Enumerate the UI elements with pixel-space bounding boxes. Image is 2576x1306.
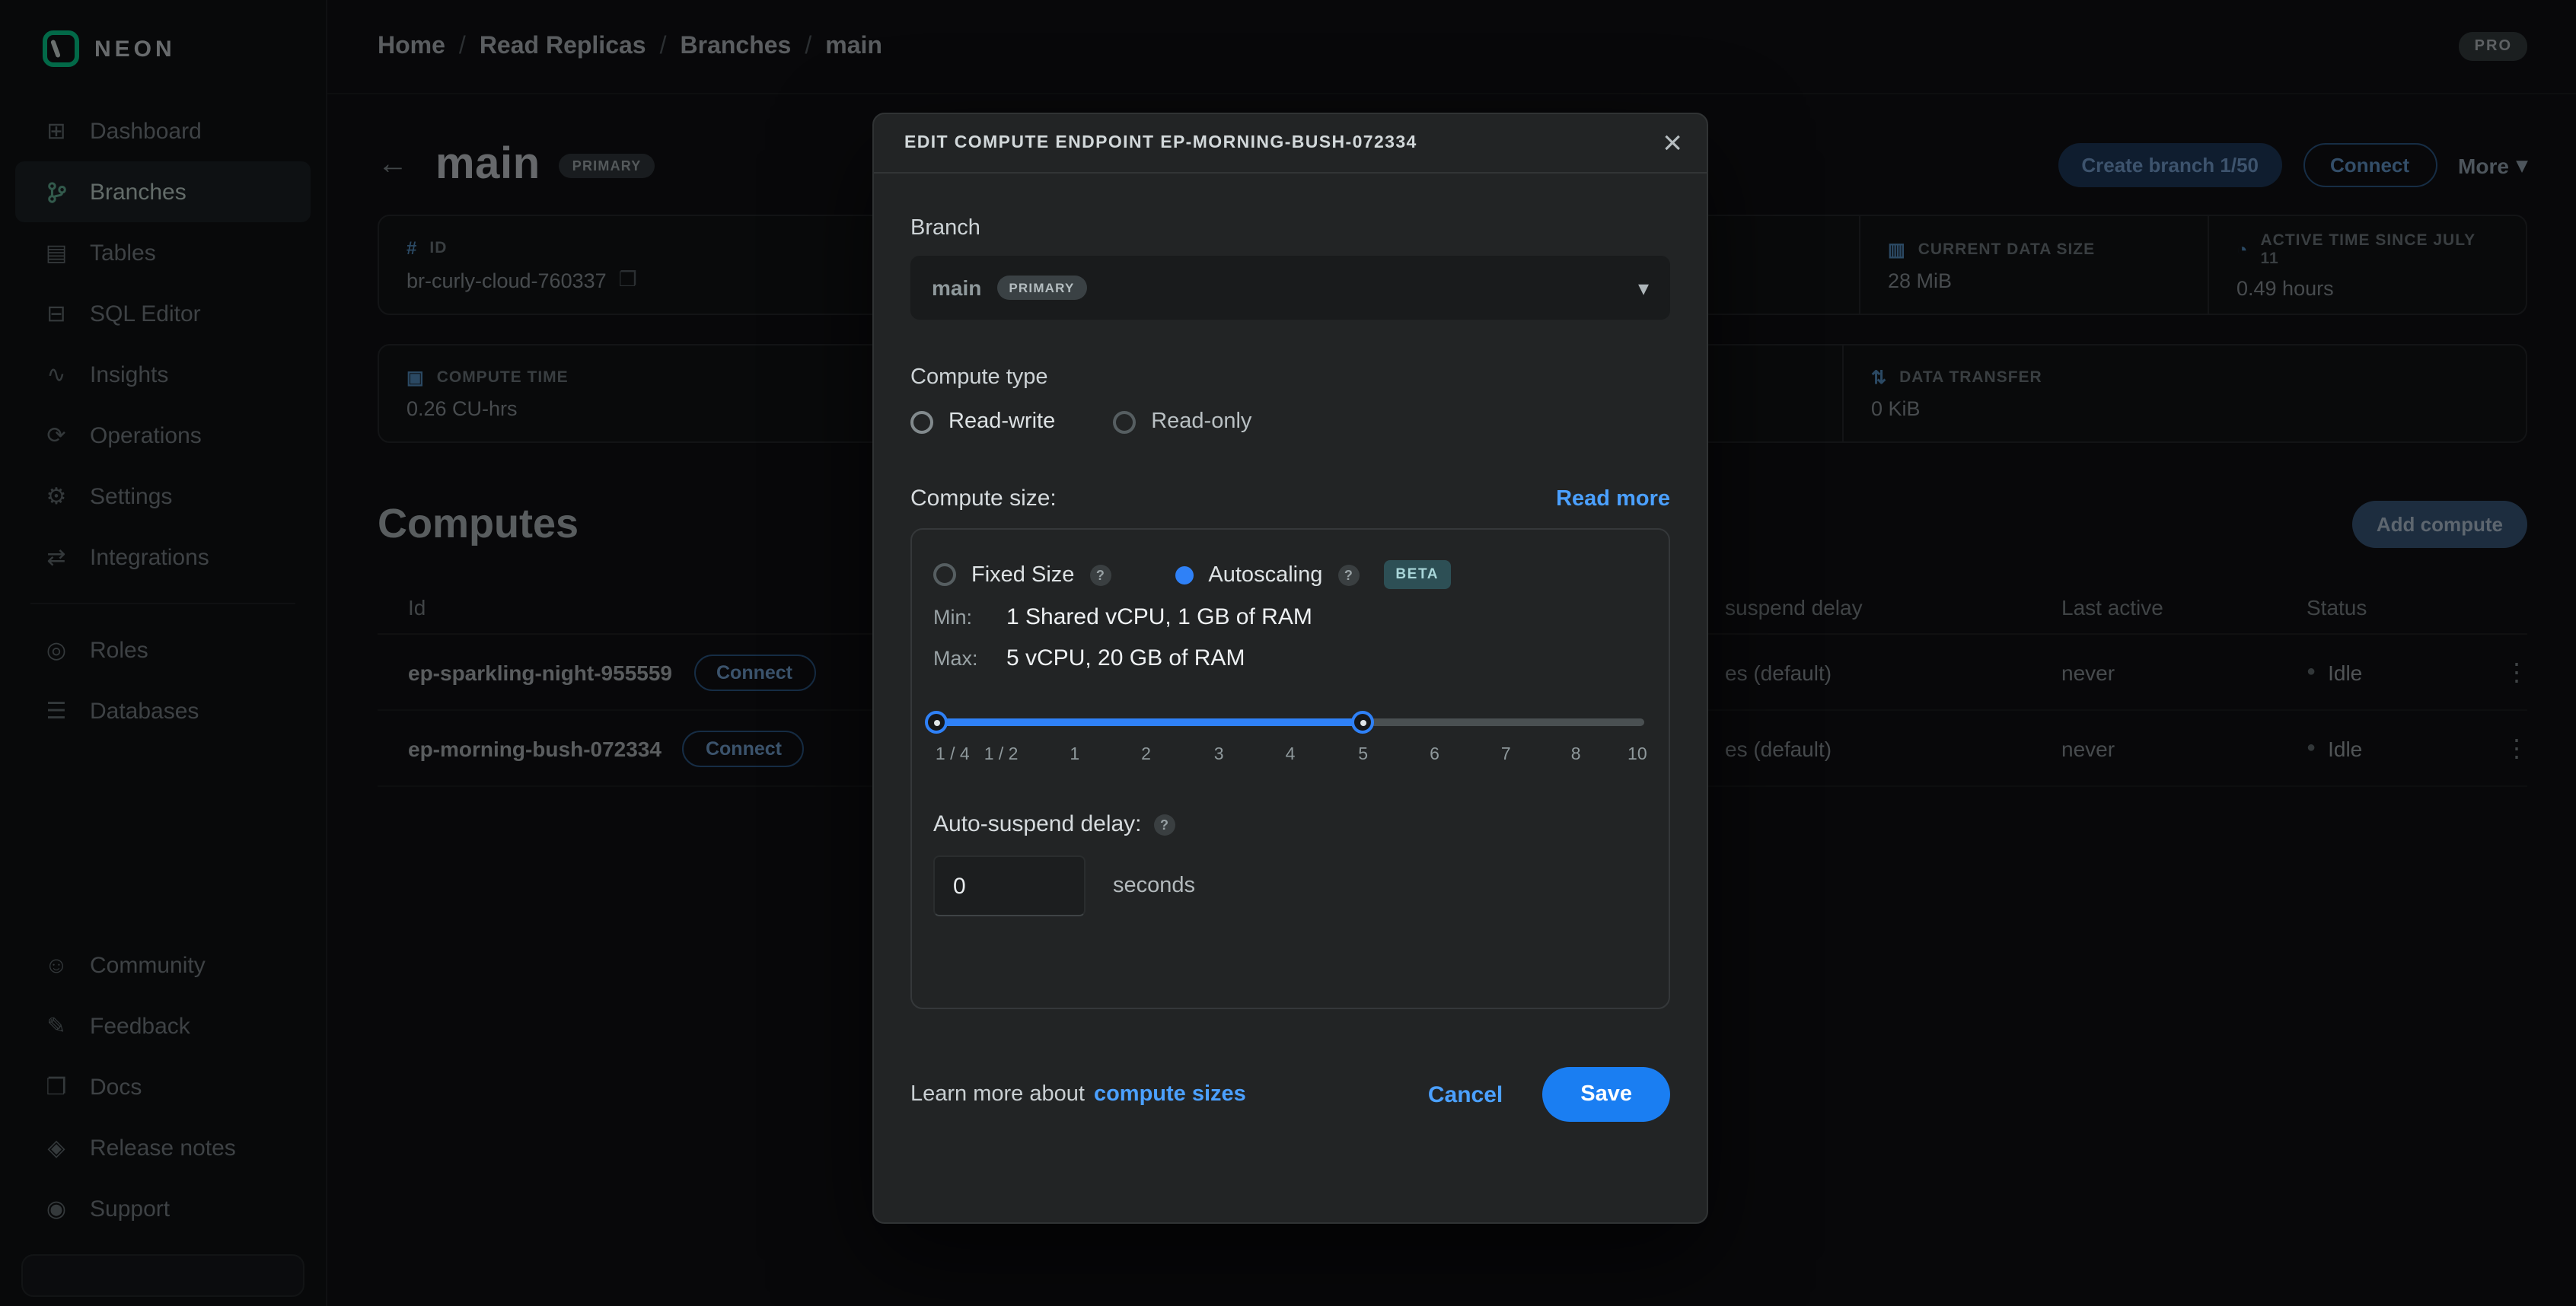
slider-fill <box>936 718 1366 726</box>
max-label: Max: <box>933 647 991 670</box>
sizing-mode-options: Fixed Size ? Autoscaling ? BETA <box>933 560 1647 589</box>
beta-badge: BETA <box>1383 560 1451 589</box>
compute-size-box: Fixed Size ? Autoscaling ? BETA Min: 1 S… <box>910 528 1670 1009</box>
min-label: Min: <box>933 606 991 629</box>
chevron-down-icon: ▾ <box>1638 275 1649 301</box>
branch-field-label: Branch <box>910 216 1670 240</box>
slider-handle-max[interactable] <box>1352 711 1375 734</box>
compute-type-label: Compute type <box>910 365 1670 390</box>
tick-label: 1 <box>1070 746 1079 764</box>
compute-size-slider[interactable] <box>933 711 1647 734</box>
compute-type-options: Read-write Read-only <box>910 409 1670 434</box>
fixed-size-radio[interactable]: Fixed Size ? <box>933 562 1111 587</box>
modal-header: EDIT COMPUTE ENDPOINT EP-MORNING-BUSH-07… <box>874 114 1707 174</box>
help-icon[interactable]: ? <box>1089 564 1111 585</box>
edit-compute-endpoint-modal: EDIT COMPUTE ENDPOINT EP-MORNING-BUSH-07… <box>872 113 1708 1224</box>
max-value: 5 vCPU, 20 GB of RAM <box>1006 645 1245 671</box>
max-size-row: Max: 5 vCPU, 20 GB of RAM <box>933 645 1647 671</box>
learn-more-text: Learn more about compute sizes <box>910 1082 1246 1107</box>
branch-select-value: main <box>932 276 981 300</box>
tick-label: 4 <box>1286 746 1296 764</box>
min-size-row: Min: 1 Shared vCPU, 1 GB of RAM <box>933 604 1647 630</box>
modal-footer: Learn more about compute sizes Cancel Sa… <box>910 1067 1670 1128</box>
compute-size-label: Compute size: <box>910 486 1057 511</box>
auto-suspend-label: Auto-suspend delay: <box>933 811 1142 837</box>
read-more-link[interactable]: Read more <box>1556 487 1670 511</box>
learn-more-prefix: Learn more about <box>910 1082 1085 1107</box>
tick-label: 1 / 4 <box>936 746 970 764</box>
help-icon[interactable]: ? <box>1154 814 1175 835</box>
cancel-button[interactable]: Cancel <box>1428 1081 1503 1107</box>
primary-badge: PRIMARY <box>996 276 1086 300</box>
tick-label: 6 <box>1430 746 1439 764</box>
radio-icon <box>910 410 933 433</box>
tick-label: 5 <box>1358 746 1368 764</box>
modal-title: EDIT COMPUTE ENDPOINT EP-MORNING-BUSH-07… <box>904 134 1417 152</box>
read-only-label: Read-only <box>1151 409 1251 434</box>
autoscaling-label: Autoscaling <box>1208 562 1322 587</box>
auto-suspend-label-row: Auto-suspend delay: ? <box>933 811 1647 837</box>
auto-suspend-input[interactable] <box>933 855 1086 916</box>
help-icon[interactable]: ? <box>1337 564 1359 585</box>
tick-label: 7 <box>1501 746 1511 764</box>
autoscaling-radio[interactable]: Autoscaling ? BETA <box>1175 560 1451 589</box>
radio-selected-icon <box>1175 565 1193 584</box>
save-button[interactable]: Save <box>1542 1067 1670 1122</box>
tick-label: 2 <box>1141 746 1151 764</box>
close-icon[interactable]: × <box>1663 126 1682 160</box>
tick-label: 3 <box>1214 746 1224 764</box>
read-only-radio[interactable]: Read-only <box>1113 409 1251 434</box>
radio-icon <box>933 563 956 586</box>
auto-suspend-input-row: seconds <box>933 855 1647 916</box>
radio-icon <box>1113 410 1136 433</box>
read-write-label: Read-write <box>948 409 1055 434</box>
min-value: 1 Shared vCPU, 1 GB of RAM <box>1006 604 1312 630</box>
auto-suspend-unit: seconds <box>1113 874 1195 898</box>
modal-body: Branch main PRIMARY ▾ Compute type Read-… <box>874 174 1707 1222</box>
slider-ticks: 1 / 4 1 / 2 1 2 3 4 5 6 7 8 10 <box>933 746 1647 769</box>
compute-sizes-link[interactable]: compute sizes <box>1094 1082 1246 1107</box>
compute-size-row: Compute size: Read more <box>910 486 1670 511</box>
fixed-size-label: Fixed Size <box>971 562 1074 587</box>
tick-label: 8 <box>1571 746 1581 764</box>
read-write-radio[interactable]: Read-write <box>910 409 1055 434</box>
slider-handle-min[interactable] <box>925 711 948 734</box>
screen: NEON ⊞ Dashboard Branches <box>0 0 2576 1306</box>
branch-select[interactable]: main PRIMARY ▾ <box>910 256 1670 320</box>
tick-label: 10 <box>1628 746 1647 764</box>
tick-label: 1 / 2 <box>984 746 1019 764</box>
